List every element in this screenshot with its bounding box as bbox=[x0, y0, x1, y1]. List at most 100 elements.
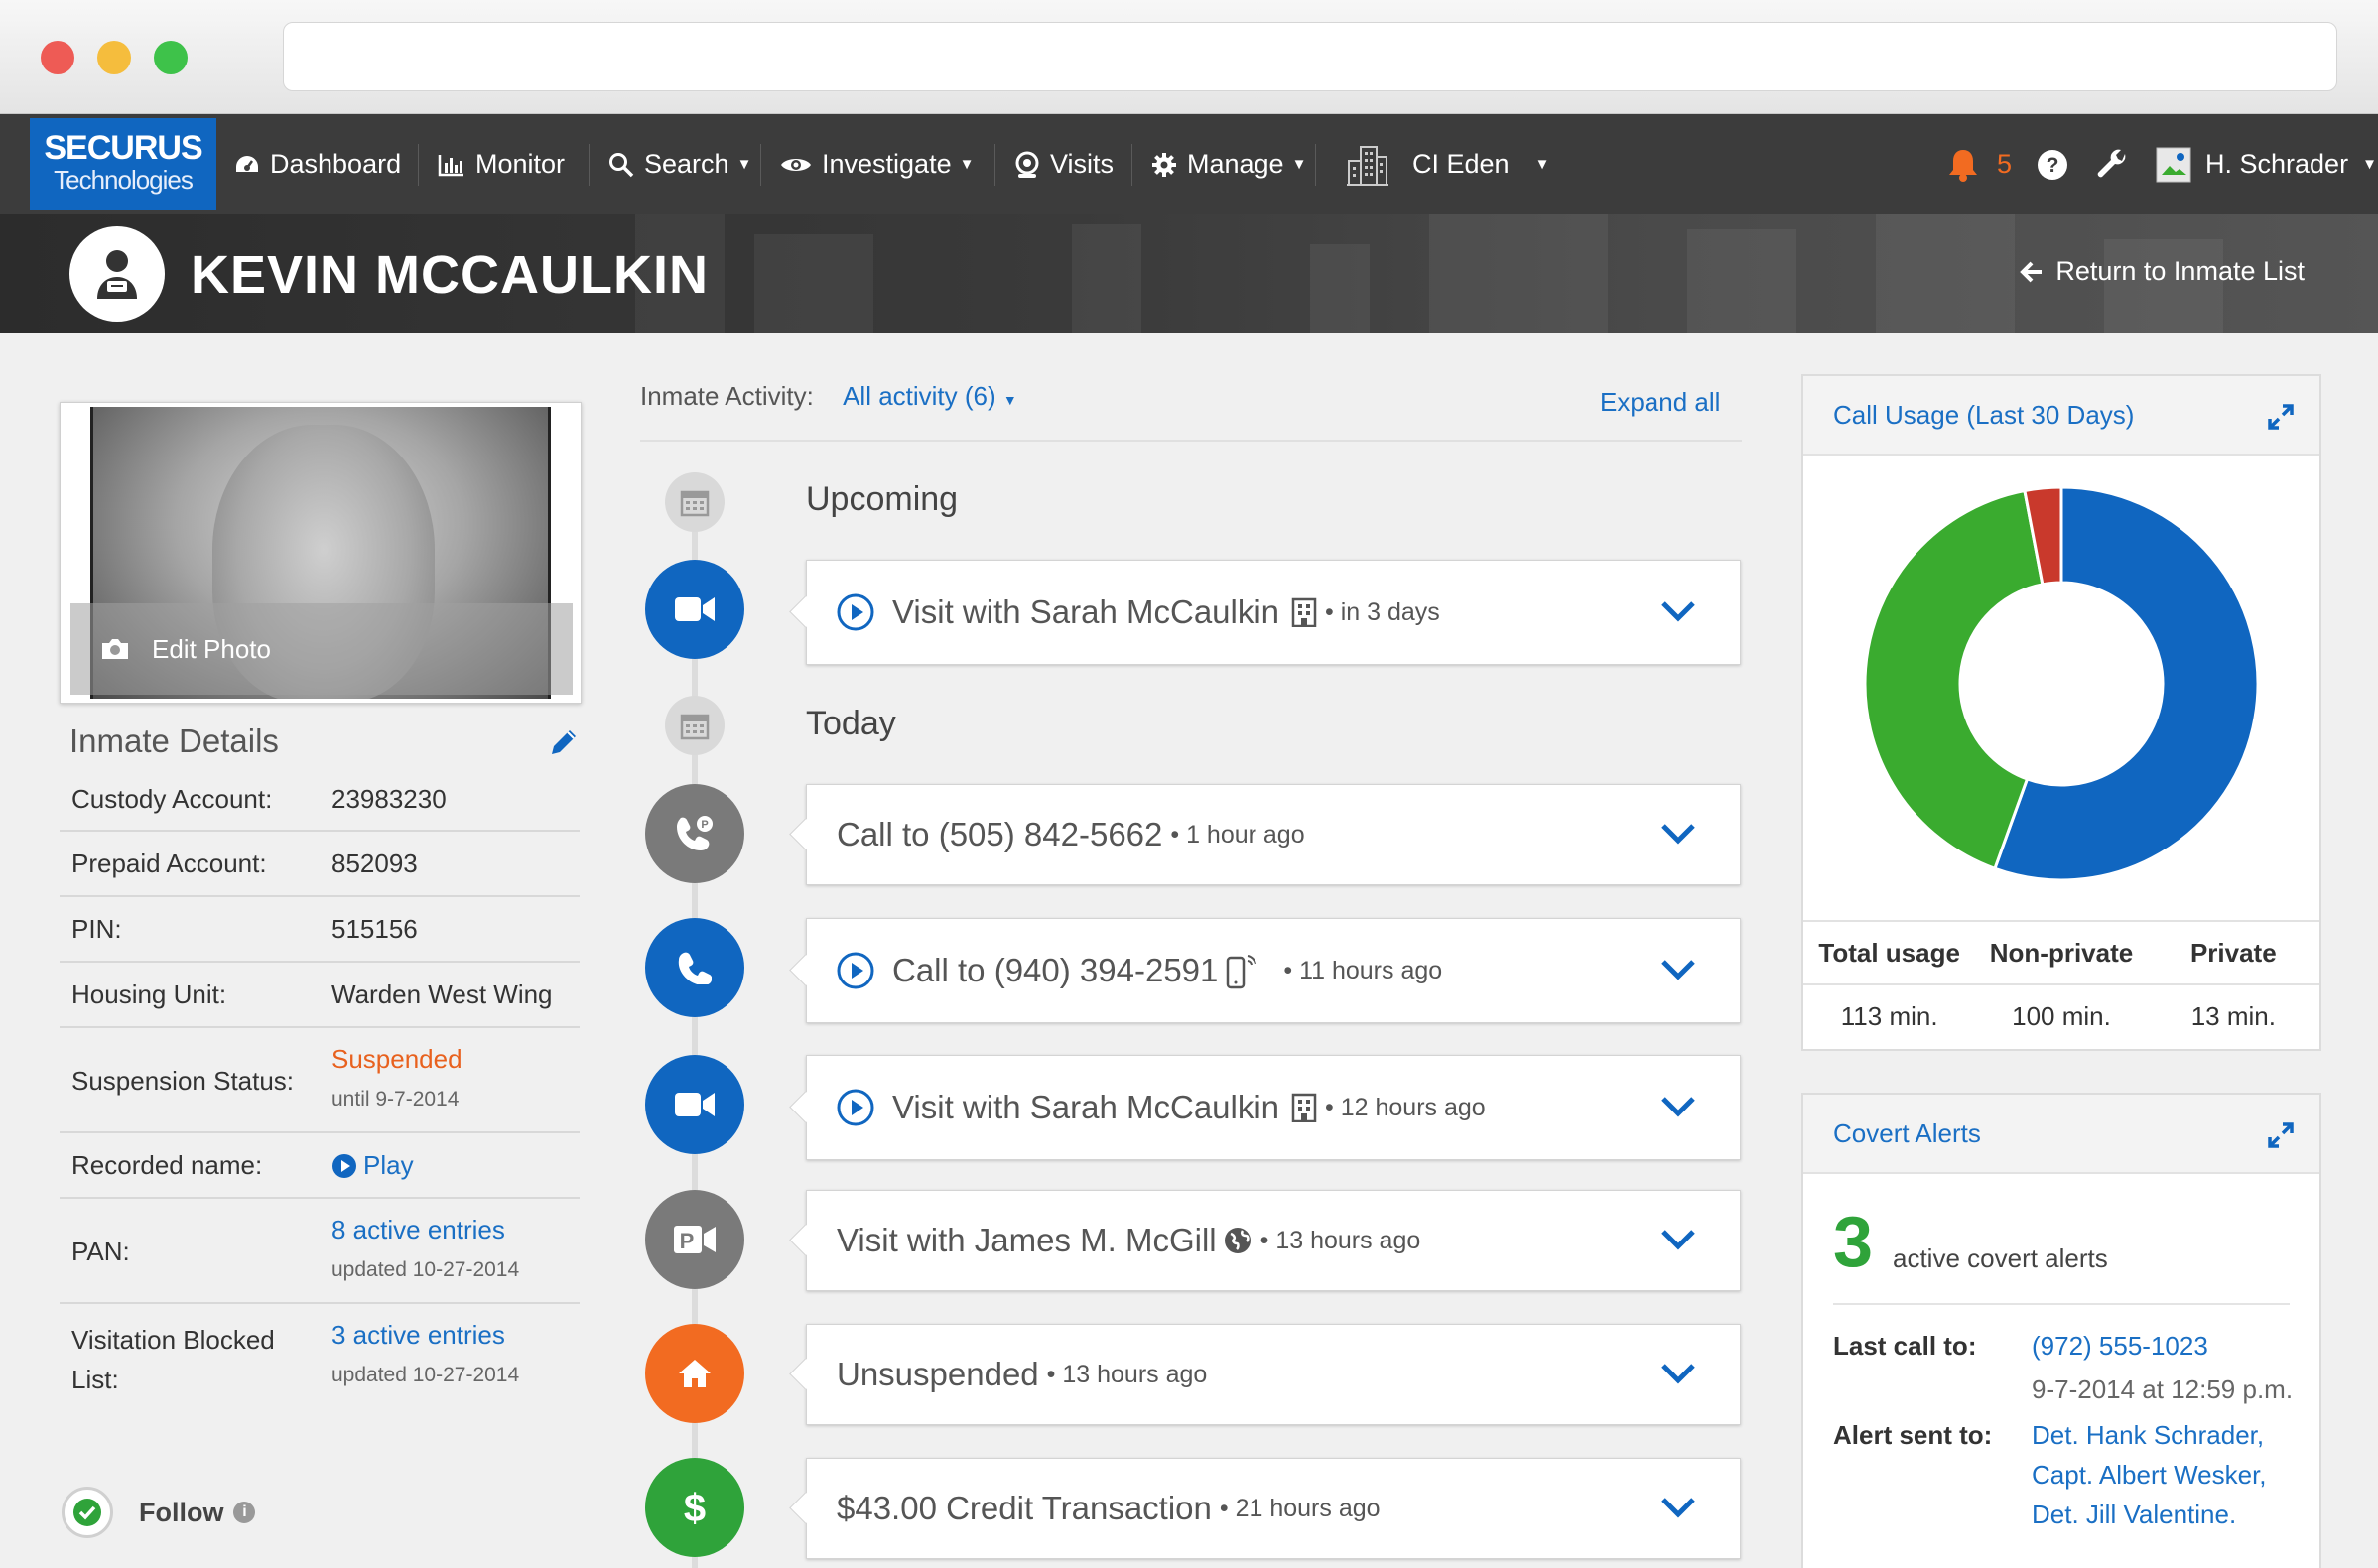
usage-header: Non-private bbox=[1989, 937, 2134, 968]
user-name: H. Schrader bbox=[2205, 149, 2349, 179]
nav-investigate[interactable]: Investigate ▼ bbox=[780, 114, 974, 214]
covert-alert-count: 3 bbox=[1833, 1203, 1874, 1282]
activity-card[interactable]: Unsuspended • 13 hours ago bbox=[806, 1324, 1741, 1425]
activity-filter-dropdown[interactable]: All activity (6) ▼ bbox=[843, 381, 1017, 411]
securus-logo[interactable]: SECURUS Technologies bbox=[30, 118, 216, 210]
expand-icon[interactable] bbox=[2268, 1122, 2294, 1155]
activity-card[interactable]: Visit with James M. McGill • 13 hours ag… bbox=[806, 1190, 1741, 1291]
chevron-down-icon: ▼ bbox=[736, 156, 752, 173]
inmate-photo-card: Edit Photo bbox=[60, 402, 582, 704]
user-avatar-icon bbox=[2156, 147, 2191, 182]
chevron-down-icon[interactable] bbox=[1660, 823, 1696, 849]
alert-recipient-link[interactable]: Det. Jill Valentine. bbox=[2032, 1500, 2236, 1530]
eye-icon bbox=[781, 158, 811, 171]
logo-line2: Technologies bbox=[54, 165, 194, 195]
info-icon[interactable]: i bbox=[233, 1502, 256, 1523]
alert-sent-label: Alert sent to: bbox=[1833, 1420, 1993, 1450]
usage-value-row: 113 min. 100 min. 13 min. bbox=[1803, 983, 2319, 1047]
alert-recipient-link[interactable]: Det. Hank Schrader, bbox=[2032, 1420, 2264, 1451]
activity-meta: • 13 hours ago bbox=[1259, 1226, 1421, 1254]
building-icon bbox=[1291, 1093, 1317, 1122]
play-circle-icon[interactable] bbox=[837, 952, 874, 989]
facility-selector[interactable]: CI Eden ▼ bbox=[1345, 114, 1549, 214]
building-icon bbox=[1347, 145, 1388, 186]
detail-row-custody-account: Custody Account: 23983230 bbox=[60, 772, 580, 832]
window-close-button[interactable] bbox=[41, 41, 74, 74]
visitation-blocked-link[interactable]: 3 active entries bbox=[331, 1320, 505, 1351]
search-icon bbox=[609, 152, 634, 177]
expand-icon[interactable] bbox=[2268, 404, 2294, 437]
detail-label: Custody Account: bbox=[71, 784, 273, 814]
detail-value: 23983230 bbox=[331, 784, 447, 814]
help-icon: ? bbox=[2038, 149, 2067, 180]
section-upcoming: Upcoming bbox=[806, 480, 959, 518]
inmate-avatar bbox=[69, 226, 165, 322]
camera-icon bbox=[102, 639, 128, 659]
nav-dashboard[interactable]: Dashboard bbox=[234, 114, 401, 214]
call-usage-panel: Call Usage (Last 30 Days) Total usage No… bbox=[1801, 374, 2321, 1051]
call-usage-table: Total usage Non-private Private 113 min.… bbox=[1803, 920, 2319, 1047]
play-circle-icon bbox=[332, 1153, 356, 1178]
activity-card[interactable]: Call to (505) 842-5662 • 1 hour ago bbox=[806, 784, 1741, 885]
notifications-button[interactable]: 5 bbox=[1947, 114, 2012, 214]
chevron-down-icon: ▼ bbox=[1291, 156, 1307, 173]
play-circle-icon[interactable] bbox=[837, 1089, 874, 1126]
chevron-down-icon[interactable] bbox=[1660, 959, 1696, 985]
nav-search[interactable]: Search ▼ bbox=[608, 114, 751, 214]
pan-entries-link[interactable]: 8 active entries bbox=[331, 1215, 505, 1245]
edit-details-button[interactable] bbox=[548, 726, 580, 763]
arrow-left-icon bbox=[2020, 261, 2043, 282]
suspension-until: until 9-7-2014 bbox=[331, 1088, 460, 1111]
follow-toggle[interactable]: Follow i bbox=[62, 1487, 256, 1538]
nav-monitor[interactable]: Monitor bbox=[438, 114, 565, 214]
detail-value: 515156 bbox=[331, 914, 418, 944]
settings-button[interactable] bbox=[2095, 114, 2139, 214]
nav-manage[interactable]: Manage ▼ bbox=[1151, 114, 1306, 214]
activity-meta: • 21 hours ago bbox=[1219, 1494, 1381, 1522]
user-menu[interactable]: H. Schrader ▼ bbox=[2156, 114, 2377, 214]
chevron-down-icon[interactable] bbox=[1660, 1229, 1696, 1255]
nav-visits[interactable]: Visits bbox=[1014, 114, 1114, 214]
activity-title: Visit with Sarah McCaulkin bbox=[892, 1089, 1280, 1125]
alert-recipient-link[interactable]: Capt. Albert Wesker, bbox=[2032, 1460, 2267, 1491]
last-call-number-link[interactable]: (972) 555-1023 bbox=[2032, 1331, 2208, 1362]
detail-label: Recorded name: bbox=[71, 1150, 263, 1180]
call-usage-donut-chart bbox=[1863, 485, 2260, 882]
globe-icon bbox=[1223, 1226, 1253, 1255]
window-minimize-button[interactable] bbox=[97, 41, 131, 74]
detail-row-pan: PAN: 8 active entries updated 10-27-2014 bbox=[60, 1199, 580, 1304]
detail-row-prepaid-account: Prepaid Account: 852093 bbox=[60, 832, 580, 897]
chevron-down-icon[interactable] bbox=[1660, 1497, 1696, 1523]
recorded-name-play-button[interactable]: Play bbox=[331, 1150, 414, 1181]
detail-row-pin: PIN: 515156 bbox=[60, 897, 580, 963]
notification-count: 5 bbox=[1997, 149, 2013, 179]
activity-title: Unsuspended bbox=[837, 1356, 1039, 1392]
usage-header-row: Total usage Non-private Private bbox=[1803, 920, 2319, 983]
detail-value: 852093 bbox=[331, 849, 418, 878]
detail-label-line2: List: bbox=[71, 1365, 119, 1394]
detail-value: Warden West Wing bbox=[331, 980, 553, 1009]
address-bar[interactable] bbox=[283, 22, 2337, 91]
chevron-down-icon[interactable] bbox=[1660, 1096, 1696, 1122]
activity-card[interactable]: Visit with Sarah McCaulkin • in 3 days bbox=[806, 560, 1741, 665]
detail-row-housing-unit: Housing Unit: Warden West Wing bbox=[60, 963, 580, 1028]
activity-filter: Inmate Activity: All activity (6) ▼ bbox=[640, 381, 1017, 412]
chevron-down-icon[interactable] bbox=[1660, 1363, 1696, 1389]
chevron-down-icon[interactable] bbox=[1660, 600, 1696, 627]
inmate-details-title: Inmate Details bbox=[69, 722, 279, 759]
expand-all-link[interactable]: Expand all bbox=[1600, 387, 1720, 418]
activity-meta: • 12 hours ago bbox=[1325, 1093, 1486, 1121]
activity-title: $43.00 Credit Transaction bbox=[837, 1490, 1212, 1526]
usage-header: Private bbox=[2189, 937, 2277, 968]
activity-card[interactable]: Call to (940) 394-2591 • 11 hours ago bbox=[806, 918, 1741, 1023]
nav-monitor-label: Monitor bbox=[475, 149, 566, 179]
return-to-inmate-list-link[interactable]: Return to Inmate List bbox=[2020, 256, 2305, 287]
help-button[interactable]: ? bbox=[2037, 114, 2078, 214]
activity-card[interactable]: Visit with Sarah McCaulkin • 12 hours ag… bbox=[806, 1055, 1741, 1160]
gear-icon bbox=[1152, 152, 1176, 177]
edit-photo-button[interactable]: Edit Photo bbox=[70, 603, 573, 695]
svg-text:P: P bbox=[701, 819, 708, 831]
play-circle-icon[interactable] bbox=[837, 593, 874, 631]
window-maximize-button[interactable] bbox=[154, 41, 188, 74]
activity-card[interactable]: $43.00 Credit Transaction • 21 hours ago bbox=[806, 1458, 1741, 1559]
